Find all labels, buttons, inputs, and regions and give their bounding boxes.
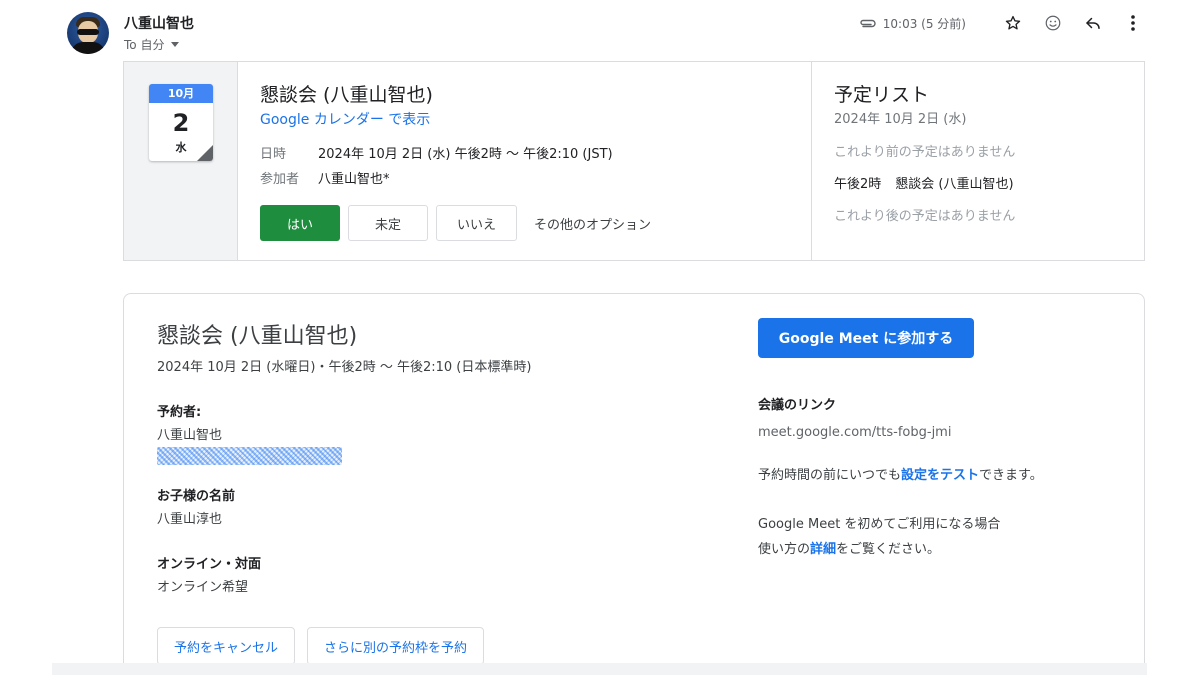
recipient-label: To 自分 xyxy=(124,38,165,52)
mode-section: オンライン・対面 オンライン希望 xyxy=(157,553,717,595)
calendar-month: 10月 xyxy=(149,84,213,103)
more-options-link[interactable]: その他のオプション xyxy=(534,214,651,233)
test-settings-link[interactable]: 設定をテスト xyxy=(901,468,979,483)
rsvp-buttons: はい 未定 いいえ その他のオプション xyxy=(260,205,800,241)
when-row: 日時 2024年 10月 2日 (水) 午後2時 ～ 午後2:10 (JST) xyxy=(260,143,800,162)
booking-title: 懇談会 (八重山智也) xyxy=(157,324,358,349)
booking-actions: 予約をキャンセル さらに別の予約枠を予約 xyxy=(157,627,717,665)
invite-title: 懇談会 (八重山智也) xyxy=(260,84,433,106)
agenda-event-title: 懇談会 (八重山智也) xyxy=(895,177,1014,192)
booking-details: 懇談会 (八重山智也) 2024年 10月 2日 (水曜日)・午後2時 ～ 午後… xyxy=(157,318,717,665)
booking-datetime: 2024年 10月 2日 (水曜日)・午後2時 ～ 午後2:10 (日本標準時) xyxy=(157,360,532,375)
rsvp-no-button[interactable]: いいえ xyxy=(436,205,517,241)
view-in-calendar-link[interactable]: Google カレンダー で表示 xyxy=(260,109,800,129)
sender-name[interactable]: 八重山智也 xyxy=(124,13,194,33)
meeting-link[interactable]: meet.google.com/tts-fobg-jmi xyxy=(758,425,1118,440)
join-meet-button[interactable]: Google Meet に参加する xyxy=(758,318,974,358)
reply-icon[interactable] xyxy=(1082,12,1104,34)
howto-text: 使い方の詳細をご覧ください。 xyxy=(758,538,1118,557)
meet-panel: Google Meet に参加する 会議のリンク meet.google.com… xyxy=(758,318,1118,557)
howto-prefix: 使い方の xyxy=(758,542,811,557)
when-label: 日時 xyxy=(260,147,287,162)
child-name-label: お子様の名前 xyxy=(157,489,236,504)
cancel-booking-button[interactable]: 予約をキャンセル xyxy=(157,627,296,665)
agenda-event[interactable]: 午後2時 懇談会 (八重山智也) xyxy=(834,173,1144,192)
child-section: お子様の名前 八重山淳也 xyxy=(157,485,717,527)
calendar-day: 2 xyxy=(172,109,190,137)
message-time: 10:03 (5 分前) xyxy=(882,16,966,31)
when-value: 2024年 10月 2日 (水) 午後2時 ～ 午後2:10 (JST) xyxy=(318,147,613,162)
calendar-invite-card: 10月 2 水 懇談会 (八重山智也) Google カレンダー で表示 日時 … xyxy=(123,61,1145,261)
page-fold-icon xyxy=(197,145,213,161)
guests-row: 参加者 八重山智也* xyxy=(260,168,800,187)
howto-suffix: をご覧ください。 xyxy=(836,542,941,557)
invite-icon-panel: 10月 2 水 xyxy=(124,62,238,260)
avatar-glasses xyxy=(77,29,99,35)
redacted-email xyxy=(157,447,342,465)
avatar-suit xyxy=(71,42,105,54)
more-vert-icon[interactable] xyxy=(1122,12,1144,34)
test-settings-suffix: できます。 xyxy=(979,468,1043,483)
agenda-title: 予定リスト xyxy=(834,84,930,106)
bottom-edge xyxy=(52,663,1147,675)
mode-value: オンライン希望 xyxy=(157,580,249,595)
meeting-link-label: 会議のリンク xyxy=(758,398,837,413)
test-settings-text: 予約時間の前にいつでも設定をテストできます。 xyxy=(758,464,1118,483)
emoji-icon[interactable] xyxy=(1042,12,1064,34)
agenda-event-time: 午後2時 xyxy=(834,177,882,192)
agenda-no-earlier: これより前の予定はありません xyxy=(834,145,1016,160)
organizer-name: 八重山智也 xyxy=(157,428,223,443)
agenda-panel: 予定リスト 2024年 10月 2日 (水) これより前の予定はありません 午後… xyxy=(811,62,1144,260)
message-actions: 10:03 (5 分前) xyxy=(859,12,1144,34)
recipient-toggle[interactable]: To 自分 xyxy=(124,36,180,53)
booking-card: 懇談会 (八重山智也) 2024年 10月 2日 (水曜日)・午後2時 ～ 午後… xyxy=(123,293,1145,675)
child-name-value: 八重山淳也 xyxy=(157,512,223,527)
organizer-section: 予約者: 八重山智也 xyxy=(157,401,717,465)
book-another-button[interactable]: さらに別の予約枠を予約 xyxy=(307,627,485,665)
rsvp-yes-button[interactable]: はい xyxy=(260,205,340,241)
rsvp-maybe-button[interactable]: 未定 xyxy=(348,205,428,241)
howto-details-link[interactable]: 詳細 xyxy=(810,542,836,557)
agenda-no-later: これより後の予定はありません xyxy=(834,209,1016,224)
star-icon[interactable] xyxy=(1002,12,1024,34)
first-time-text: Google Meet を初めてご利用になる場合 xyxy=(758,517,1001,532)
sender-avatar[interactable] xyxy=(67,12,109,54)
caret-down-icon xyxy=(171,42,180,47)
test-settings-prefix: 予約時間の前にいつでも xyxy=(758,468,902,483)
calendar-date-icon: 10月 2 水 xyxy=(149,84,213,161)
invite-details: 懇談会 (八重山智也) Google カレンダー で表示 日時 2024年 10… xyxy=(260,80,800,241)
guests-value: 八重山智也* xyxy=(318,172,390,187)
organizer-label: 予約者: xyxy=(157,405,202,420)
agenda-date: 2024年 10月 2日 (水) xyxy=(834,112,967,127)
paperclip-icon xyxy=(859,14,877,33)
guests-label: 参加者 xyxy=(260,172,300,187)
mode-label: オンライン・対面 xyxy=(157,557,262,572)
